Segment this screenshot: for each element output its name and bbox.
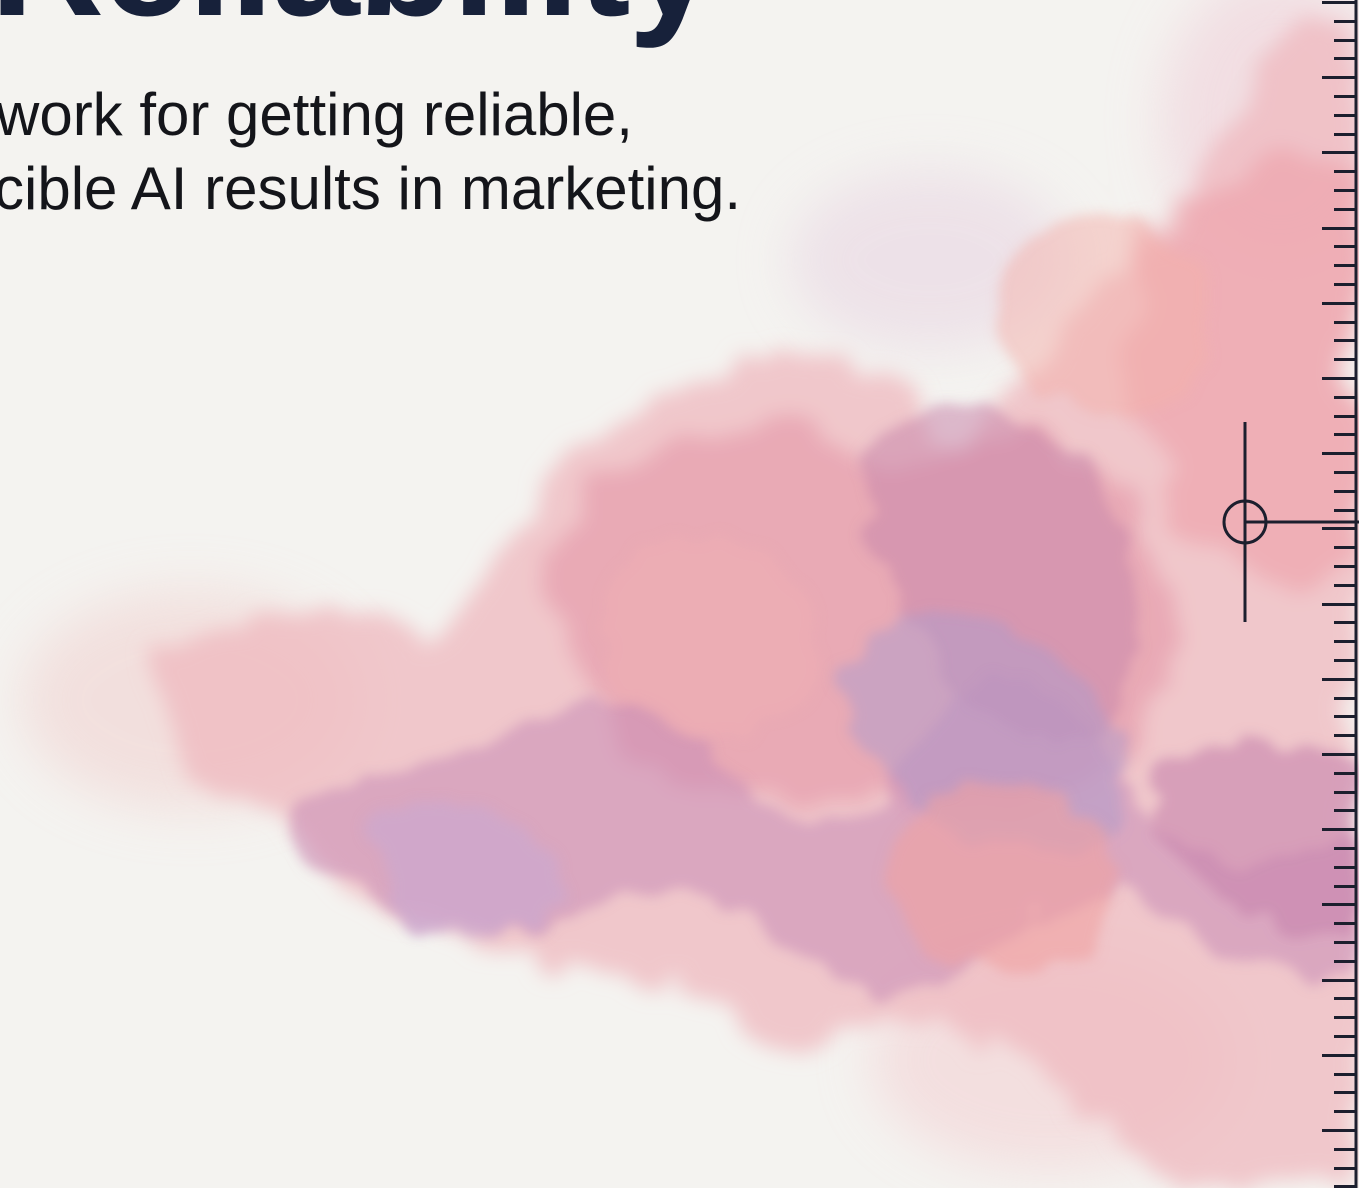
- subtitle-line-1: work for getting reliable,: [0, 81, 633, 148]
- slide-canvas: Reliability work for getting reliable, c…: [0, 0, 1359, 1188]
- subtitle-line-2: cible AI results in marketing.: [0, 155, 741, 222]
- page-subtitle: work for getting reliable, cible AI resu…: [0, 78, 741, 226]
- page-title: Reliability: [0, 0, 716, 40]
